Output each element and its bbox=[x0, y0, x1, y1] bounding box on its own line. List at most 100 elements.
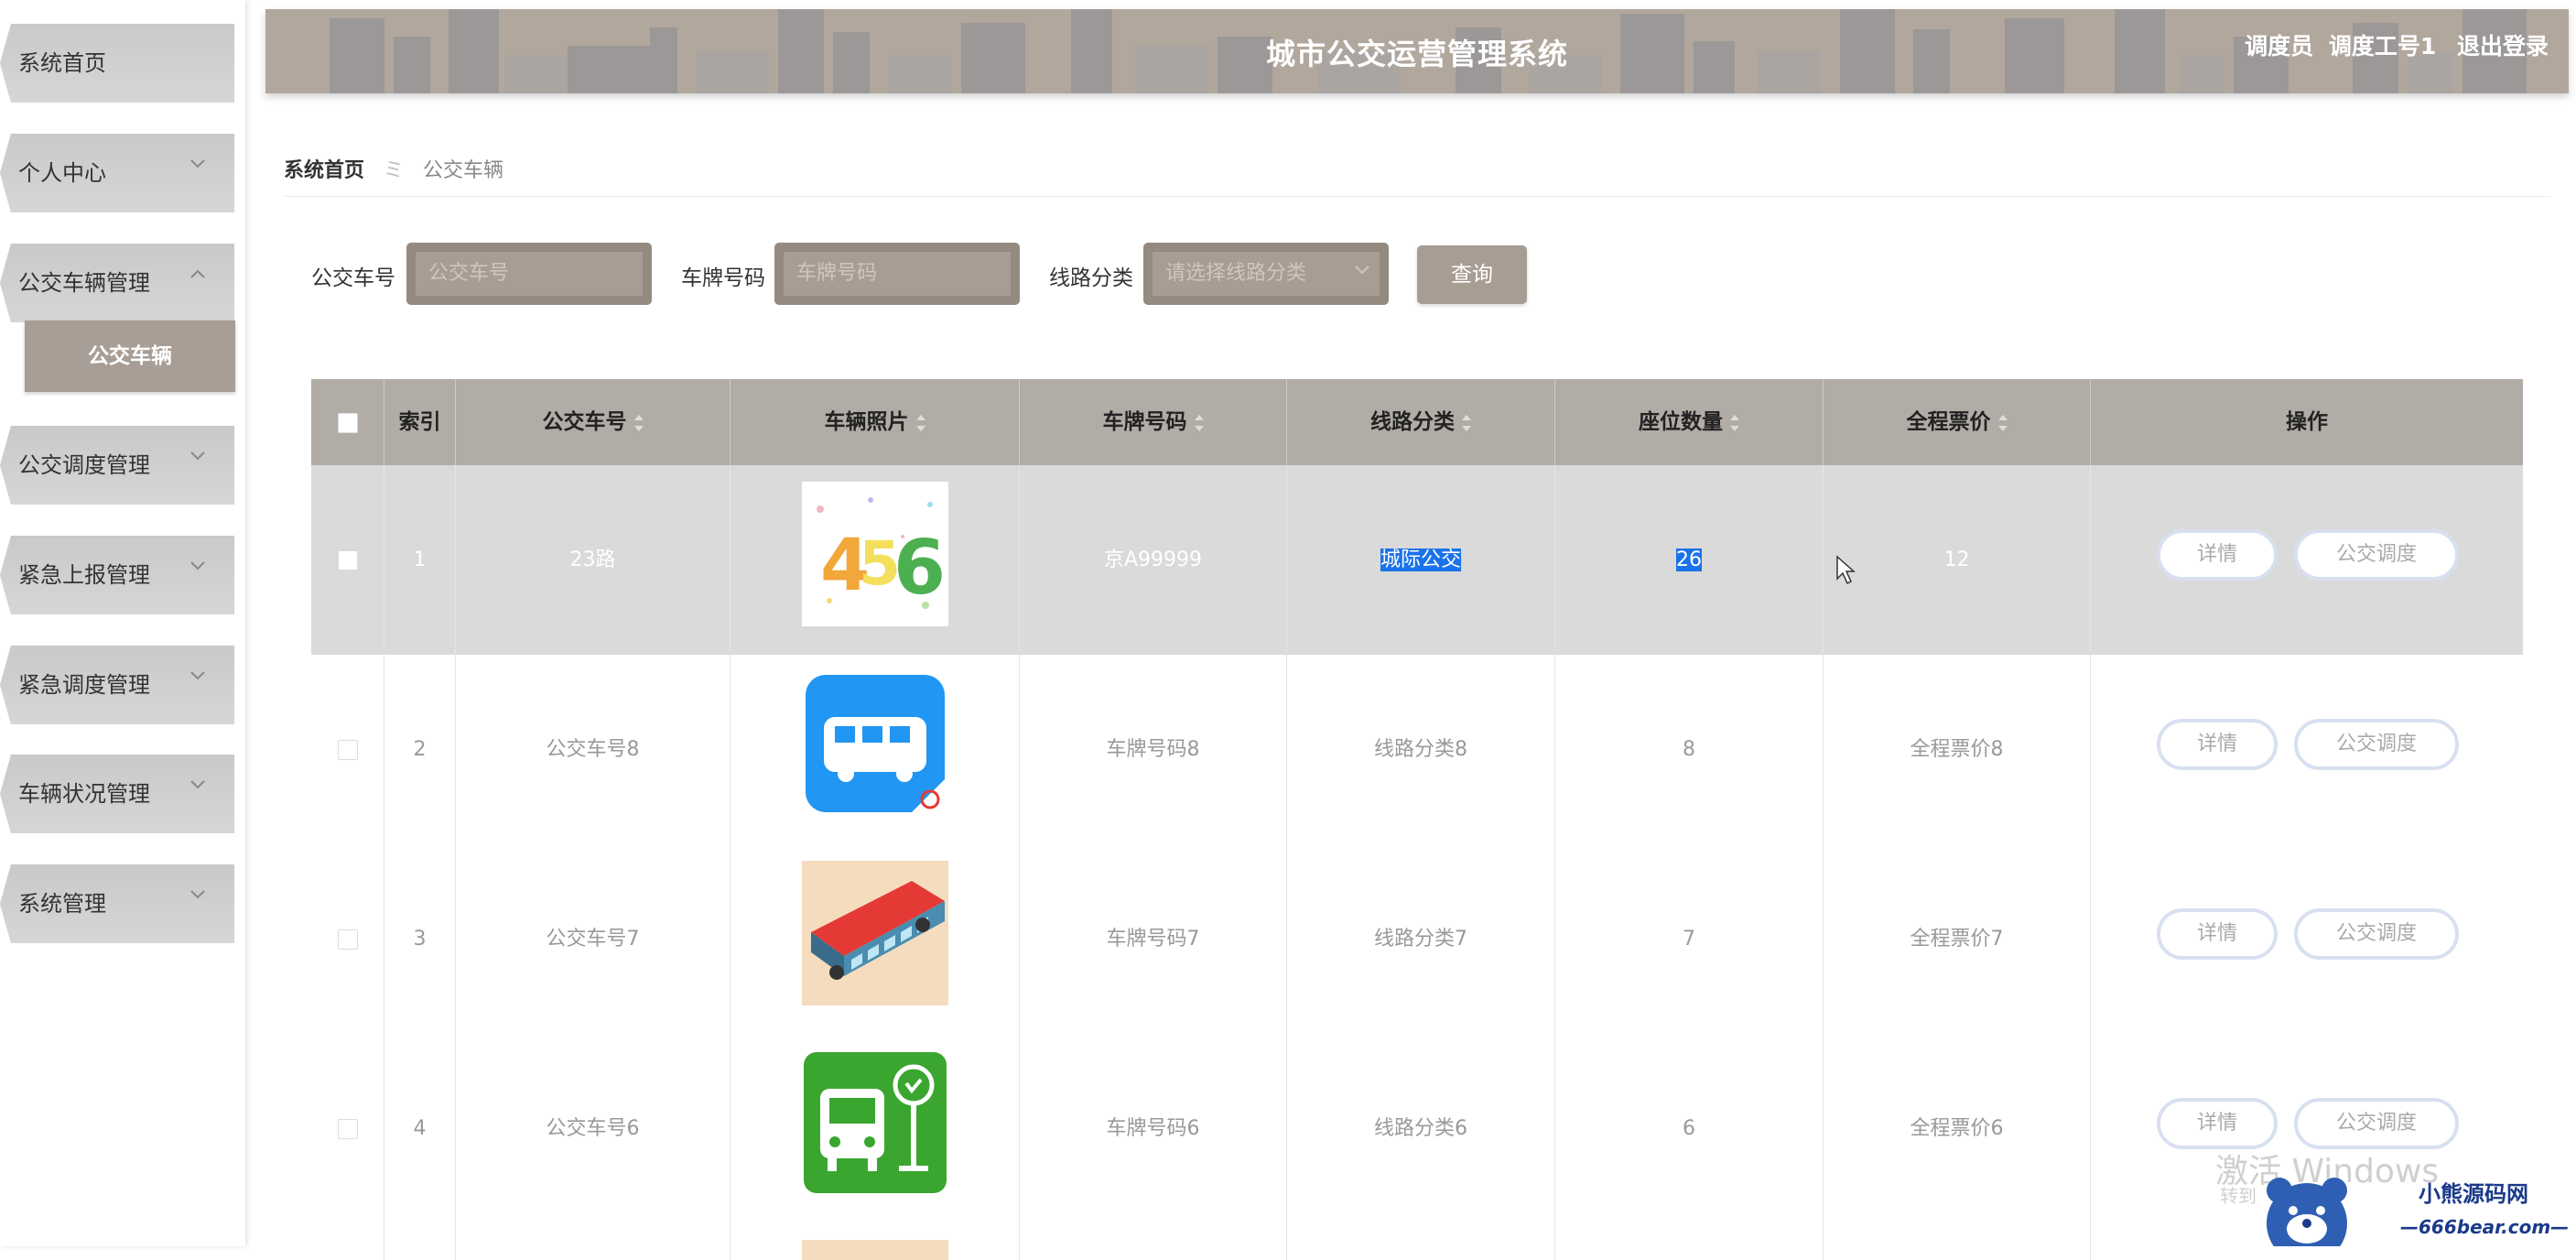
app-title: 城市公交运营管理系统 bbox=[1265, 37, 1568, 71]
cell-seats: 8 bbox=[1555, 655, 1824, 844]
sidebar-item-label: 系统管理 bbox=[18, 891, 106, 917]
cell-index bbox=[384, 1223, 456, 1260]
cell-plate: 车牌号码6 bbox=[1020, 1034, 1287, 1223]
row-select bbox=[311, 844, 384, 1034]
breadcrumb-home[interactable]: 系统首页 bbox=[284, 159, 364, 182]
cell-seats-text: 26 bbox=[1676, 549, 1702, 571]
cell-bus-no: 公交车号6 bbox=[456, 1034, 731, 1223]
sort-icon[interactable] bbox=[633, 414, 644, 431]
header-photo[interactable]: 车辆照片 bbox=[731, 379, 1020, 465]
windows-activation-subtext: 转到 bbox=[2220, 1185, 2257, 1207]
sidebar-item-system-management[interactable]: 系统管理 bbox=[0, 864, 234, 943]
detail-button[interactable]: 详情 bbox=[2157, 719, 2278, 770]
sidebar-subitem-label: 公交车辆 bbox=[88, 344, 172, 368]
sidebar-item-bus-vehicle-management[interactable]: 公交车辆管理 bbox=[0, 244, 234, 322]
query-button[interactable]: 查询 bbox=[1417, 245, 1527, 304]
chevron-down-icon bbox=[190, 890, 205, 899]
vehicle-photo-bus-stop-icon bbox=[804, 1052, 947, 1193]
header-label: 公交车号 bbox=[542, 410, 627, 434]
header-index: 索引 bbox=[384, 379, 456, 465]
row-checkbox[interactable] bbox=[337, 929, 358, 950]
row-checkbox[interactable] bbox=[337, 1119, 358, 1139]
cell-route: 线路分类6 bbox=[1287, 1034, 1555, 1223]
cell-fare: 12 bbox=[1824, 465, 2091, 655]
detail-button[interactable]: 详情 bbox=[2157, 1098, 2278, 1149]
detail-button[interactable]: 详情 bbox=[2157, 529, 2278, 581]
sort-icon[interactable] bbox=[1462, 414, 1471, 431]
mouse-cursor-icon bbox=[1836, 555, 1856, 585]
row-select bbox=[311, 1034, 384, 1223]
chevron-down-icon bbox=[190, 159, 205, 168]
sort-icon[interactable] bbox=[1194, 414, 1204, 431]
header-seats[interactable]: 座位数量 bbox=[1555, 379, 1824, 465]
sidebar-item-vehicle-status-management[interactable]: 车辆状况管理 bbox=[0, 755, 234, 833]
sidebar-item-label: 车辆状况管理 bbox=[18, 781, 150, 807]
plate-input[interactable]: 车牌号码 bbox=[774, 243, 1020, 305]
chevron-up-icon bbox=[190, 269, 205, 278]
row-checkbox[interactable] bbox=[337, 550, 358, 570]
sidebar-item-bus-dispatch-management[interactable]: 公交调度管理 bbox=[0, 426, 234, 505]
chevron-down-icon bbox=[190, 780, 205, 789]
table-row[interactable]: 3 公交车号7 车牌号码7 线路分类7 7 全程票价7 详情 公交调度 bbox=[311, 844, 2523, 1035]
cell-index: 3 bbox=[384, 844, 456, 1034]
cell-plate: 车牌号码7 bbox=[1020, 844, 1287, 1034]
header-fare[interactable]: 全程票价 bbox=[1824, 379, 2091, 465]
sidebar-item-personal-center[interactable]: 个人中心 bbox=[0, 134, 234, 212]
bus-no-input[interactable]: 公交车号 bbox=[406, 243, 652, 305]
vehicle-photo-bus-app-icon bbox=[806, 675, 945, 812]
table-row[interactable] bbox=[311, 1223, 2523, 1260]
detail-button[interactable]: 详情 bbox=[2157, 908, 2278, 960]
route-placeholder: 请选择线路分类 bbox=[1153, 252, 1380, 296]
logout-link[interactable]: 退出登录 bbox=[2457, 33, 2549, 60]
table-row[interactable]: 1 23路 4 5 6 京A99999 城际公交 26 12 详情 公交调度 bbox=[311, 465, 2523, 656]
cell-bus-no: 23路 bbox=[456, 465, 731, 655]
cell-fare: 全程票价8 bbox=[1824, 655, 2091, 844]
plate-label: 车牌号码 bbox=[681, 266, 765, 290]
sidebar-subitem-bus-vehicle[interactable]: 公交车辆 bbox=[25, 320, 235, 392]
header-bus-no[interactable]: 公交车号 bbox=[456, 379, 731, 465]
table-header: 索引 公交车号 车辆照片 车牌号码 线路分类 座位数量 全程票价 操作 bbox=[311, 379, 2523, 465]
row-select bbox=[311, 465, 384, 655]
chevron-down-icon bbox=[190, 671, 205, 680]
select-all-checkbox[interactable] bbox=[337, 412, 358, 433]
header-route[interactable]: 线路分类 bbox=[1287, 379, 1555, 465]
dispatch-button[interactable]: 公交调度 bbox=[2294, 719, 2459, 770]
cell-seats: 7 bbox=[1555, 844, 1824, 1034]
dispatch-button[interactable]: 公交调度 bbox=[2294, 529, 2459, 581]
dispatch-button[interactable]: 公交调度 bbox=[2294, 908, 2459, 960]
breadcrumb-separator: ミ bbox=[384, 159, 405, 182]
sort-icon[interactable] bbox=[1997, 414, 2008, 431]
top-header: 城市公交运营管理系统 调度员 调度工号1 退出登录 bbox=[265, 9, 2569, 93]
svg-text:6: 6 bbox=[893, 525, 946, 612]
breadcrumb-current: 公交车辆 bbox=[423, 159, 504, 182]
cell-index: 2 bbox=[384, 655, 456, 844]
user-info: 调度员 调度工号1 退出登录 bbox=[2232, 9, 2549, 84]
sidebar-item-emergency-dispatch-management[interactable]: 紧急调度管理 bbox=[0, 646, 234, 724]
sidebar: 系统首页 个人中心 公交车辆管理 公交车辆 公交调度管理 紧急上报管理 紧急调度… bbox=[0, 0, 245, 1246]
cell-bus-no: 公交车号8 bbox=[456, 655, 731, 844]
dispatch-button[interactable]: 公交调度 bbox=[2294, 1098, 2459, 1149]
logo-title: 小熊源码网 bbox=[2419, 1180, 2528, 1207]
bear-logo-icon bbox=[2267, 1178, 2347, 1246]
sidebar-item-emergency-report-management[interactable]: 紧急上报管理 bbox=[0, 536, 234, 614]
sort-icon[interactable] bbox=[915, 414, 925, 431]
cell-plate: 京A99999 bbox=[1020, 465, 1287, 655]
table-row[interactable]: 4 公交车号6 车牌号码6 线路分类6 6 全程票价6 详情 公交调度 bbox=[311, 1034, 2523, 1224]
header-label: 车牌号码 bbox=[1102, 410, 1187, 434]
header-plate[interactable]: 车牌号码 bbox=[1020, 379, 1287, 465]
route-select[interactable]: 请选择线路分类 bbox=[1143, 243, 1389, 305]
cell-route bbox=[1287, 1223, 1555, 1260]
bus-no-placeholder: 公交车号 bbox=[416, 252, 643, 296]
plate-placeholder: 车牌号码 bbox=[784, 252, 1011, 296]
sort-icon[interactable] bbox=[1730, 414, 1739, 431]
sidebar-item-home[interactable]: 系统首页 bbox=[0, 24, 234, 103]
cell-ops: 详情 公交调度 bbox=[2091, 844, 2523, 1034]
table-row[interactable]: 2 公交车号8 车牌号码8 线路分类8 8 全程票价8 详情 公交调度 bbox=[311, 655, 2523, 845]
vehicle-photo-partial bbox=[802, 1240, 948, 1260]
cell-plate bbox=[1020, 1223, 1287, 1260]
vehicle-photo-red-bus bbox=[802, 861, 948, 1005]
header-label: 全程票价 bbox=[1906, 410, 1991, 434]
row-checkbox[interactable] bbox=[337, 740, 358, 760]
logo-url: —666bear.com— bbox=[2400, 1216, 2570, 1238]
row-select bbox=[311, 655, 384, 844]
